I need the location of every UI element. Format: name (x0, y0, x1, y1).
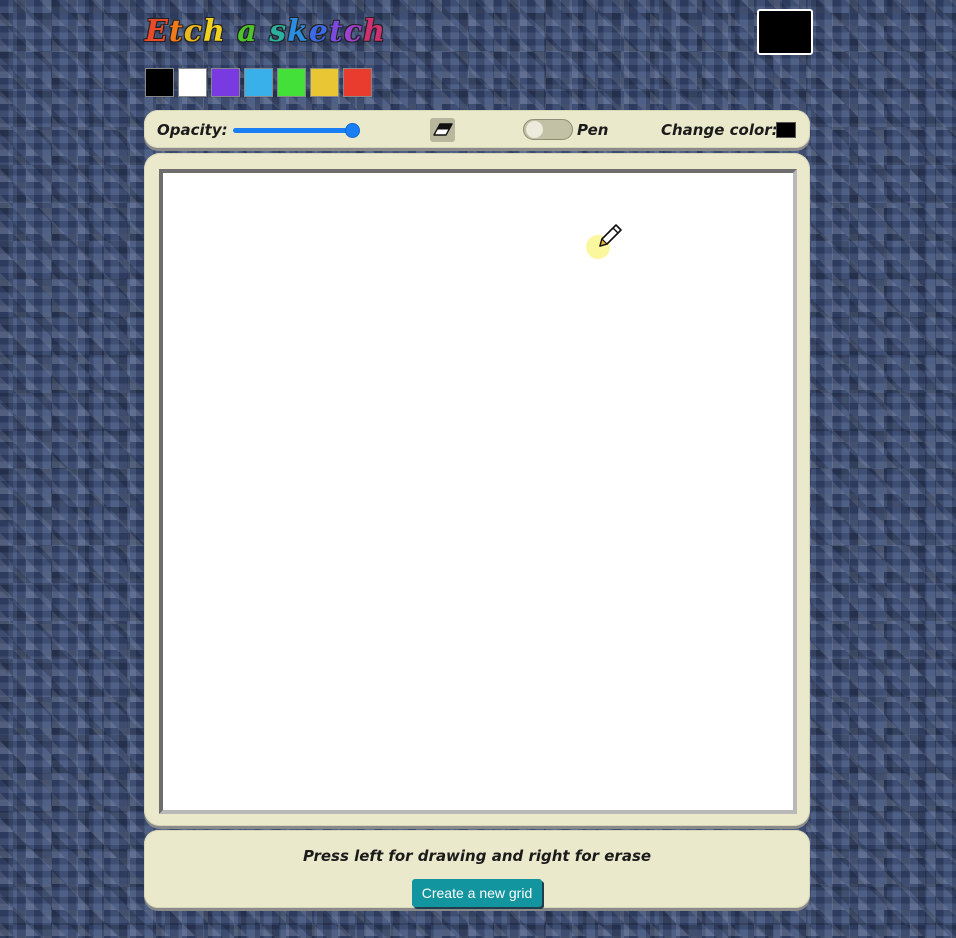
eraser-icon (432, 123, 453, 136)
opacity-slider[interactable] (233, 123, 360, 138)
color-swatch[interactable] (310, 68, 339, 97)
color-swatch[interactable] (277, 68, 306, 97)
instructions-text: Press left for drawing and right for era… (302, 847, 652, 865)
app-title: Etch a sketch (145, 14, 386, 49)
opacity-slider-thumb[interactable] (345, 123, 360, 138)
footer-panel: Press left for drawing and right for era… (144, 830, 810, 908)
title-letter: t (168, 14, 184, 49)
color-swatch[interactable] (211, 68, 240, 97)
title-letter: c (183, 14, 204, 49)
color-swatch[interactable] (145, 68, 174, 97)
title-letter: E (145, 14, 169, 49)
change-color-label: Change color: (661, 121, 778, 139)
eraser-button[interactable] (430, 118, 455, 142)
title-letter: s (269, 14, 288, 49)
title-letter: e (308, 14, 329, 49)
title-letter: t (328, 14, 344, 49)
title-letter (226, 14, 237, 49)
title-letter (258, 14, 269, 49)
pencil-cursor-icon (599, 224, 622, 247)
title-letter: c (343, 14, 364, 49)
drawing-grid[interactable] (159, 169, 797, 814)
change-color-picker[interactable] (776, 122, 796, 138)
color-swatch[interactable] (244, 68, 273, 97)
color-palette (145, 68, 372, 97)
pen-label: Pen (577, 121, 609, 139)
title-letter: h (203, 14, 226, 49)
title-letter: a (237, 14, 258, 49)
opacity-label: Opacity: (157, 121, 228, 139)
pen-toggle-knob (526, 121, 543, 138)
color-swatch[interactable] (178, 68, 207, 97)
pen-toggle[interactable] (523, 119, 573, 140)
title-letter: h (363, 14, 386, 49)
create-new-grid-button[interactable]: Create a new grid (412, 879, 542, 907)
title-letter: k (287, 14, 309, 49)
color-swatch[interactable] (343, 68, 372, 97)
current-color-preview (757, 9, 813, 55)
